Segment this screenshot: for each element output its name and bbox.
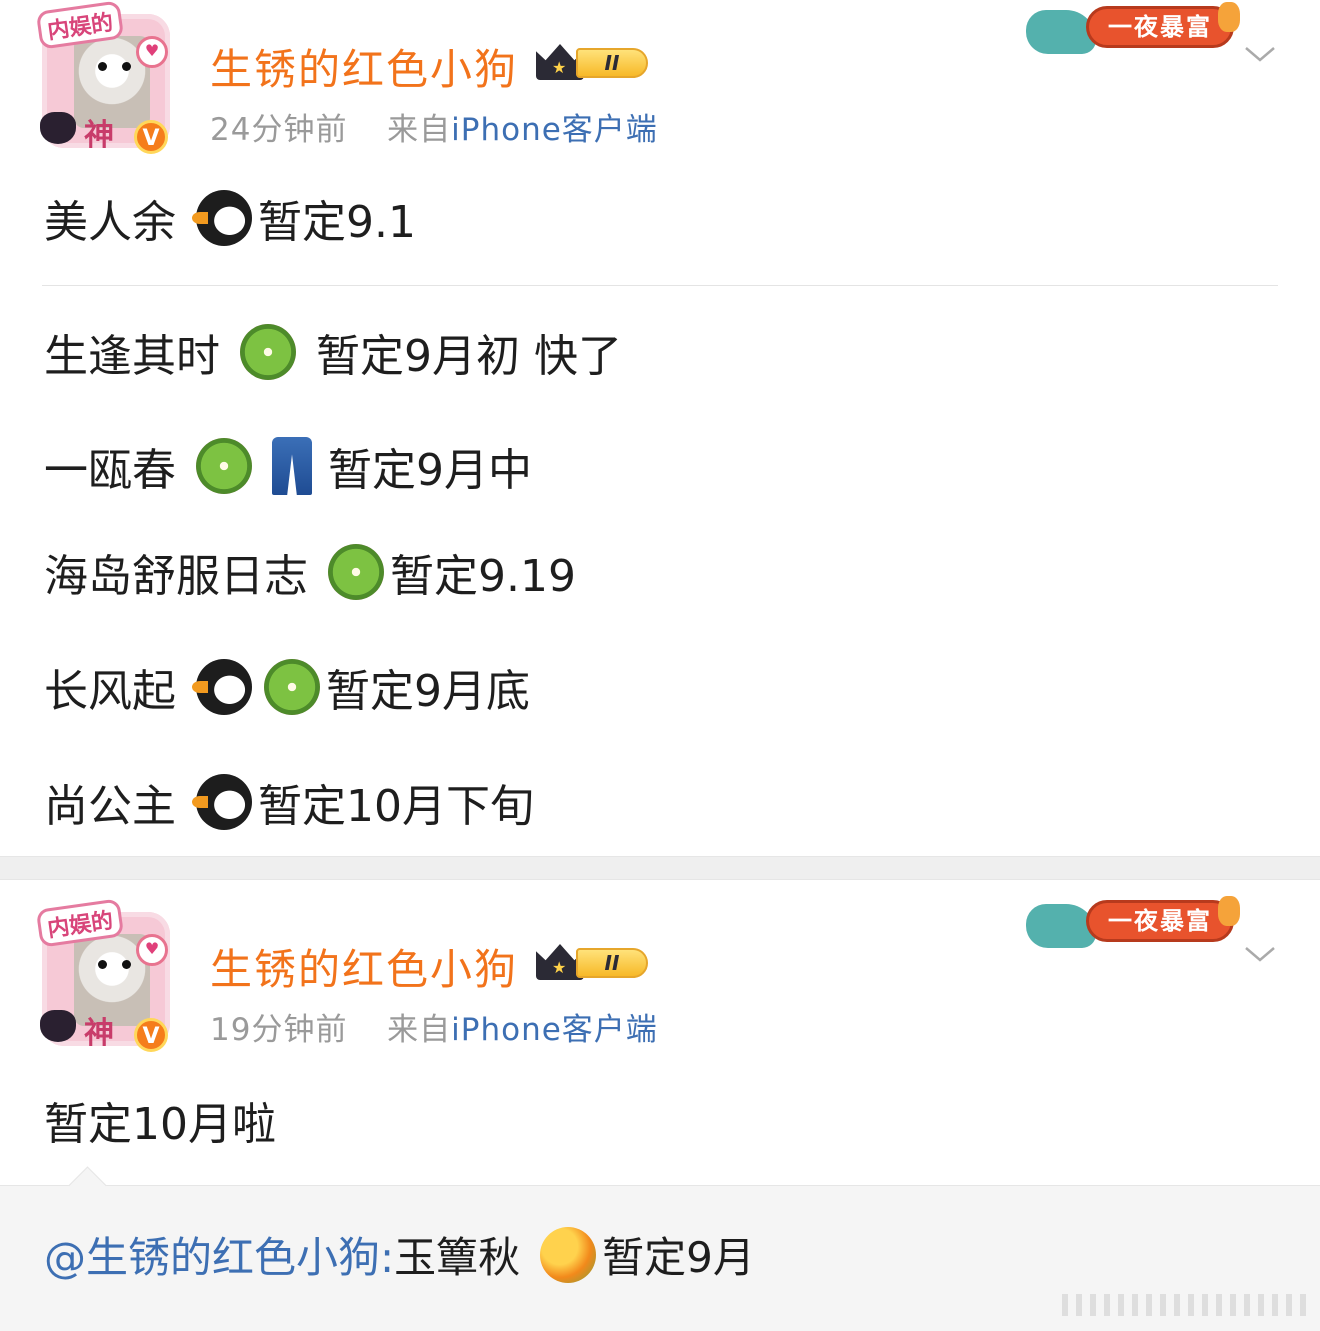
weibo-post-2: 内娱的 ♥ 神 V 生锈的红色小狗 ★ II 19分钟前 来自iPhone客户端… xyxy=(0,880,1320,1331)
decoration-banner: 一夜暴富 xyxy=(1086,6,1234,48)
member-crown-badge[interactable]: ★ II xyxy=(536,940,654,984)
cat-icon xyxy=(40,1010,76,1042)
user-avatar[interactable]: 内娱的 ♥ 神 V xyxy=(35,898,174,1052)
chevron-down-icon[interactable] xyxy=(1244,938,1276,970)
post-separator xyxy=(0,856,1320,880)
retweet-card[interactable]: @生锈的红色小狗: 玉簟秋 暂定9月 xyxy=(0,1166,1320,1331)
post-line-5: 长风起 暂定9月底 xyxy=(44,655,530,719)
drama-title: 长风起 xyxy=(44,666,176,717)
decoration-card[interactable]: 一夜暴富 xyxy=(1022,894,1242,960)
schedule-text: 暂定9月初 快了 xyxy=(316,331,622,382)
post-line-3: 一瓯春 暂定9月中 xyxy=(44,434,532,498)
cloud-icon xyxy=(1026,10,1096,54)
mango-icon xyxy=(540,1226,597,1283)
retweet-mention-link[interactable]: @生锈的红色小狗: xyxy=(44,1224,394,1285)
avatar-frame-text: 神 xyxy=(84,118,114,153)
watermark xyxy=(1062,1294,1312,1316)
post-line-1: 美人余 暂定9.1 xyxy=(44,186,416,250)
schedule-text: 暂定9月 xyxy=(602,1233,755,1282)
member-level: II xyxy=(576,948,648,978)
avatar-eye xyxy=(122,62,131,71)
retweet-text: @生锈的红色小狗: 玉簟秋 暂定9月 xyxy=(44,1224,755,1285)
drama-title: 尚公主 xyxy=(44,781,176,832)
drama-title: 玉簟秋 xyxy=(394,1233,521,1282)
member-crown-badge[interactable]: ★ II xyxy=(536,40,654,84)
lantern-icon xyxy=(1218,2,1240,32)
post-time: 19分钟前 xyxy=(210,1012,348,1048)
penguin-icon xyxy=(192,774,252,830)
schedule-text: 暂定9.1 xyxy=(258,197,416,248)
avatar-eye xyxy=(98,62,107,71)
user-avatar[interactable]: 内娱的 ♥ 神 V xyxy=(35,0,174,154)
post-line-2: 生逢其时 暂定9月初 快了 xyxy=(44,320,622,384)
chevron-down-icon[interactable] xyxy=(1244,38,1276,70)
verified-badge-icon: V xyxy=(134,1018,168,1052)
schedule-text: 暂定10月下旬 xyxy=(258,781,534,832)
decoration-card[interactable]: 一夜暴富 xyxy=(1022,0,1242,66)
penguin-icon xyxy=(192,659,252,715)
drama-title: 海岛舒服日志 xyxy=(44,551,308,602)
penguin-icon xyxy=(192,190,252,246)
post-line-6: 尚公主 暂定10月下旬 xyxy=(44,770,534,834)
username[interactable]: 生锈的红色小狗 xyxy=(210,936,518,997)
divider xyxy=(42,285,1278,286)
cat-icon xyxy=(40,112,76,144)
post-source-link[interactable]: iPhone客户端 xyxy=(451,1012,658,1048)
cloud-icon xyxy=(1026,904,1096,948)
kiwi-icon xyxy=(264,659,320,715)
post-source-link[interactable]: iPhone客户端 xyxy=(451,112,658,148)
heart-icon: ♥ xyxy=(136,36,168,68)
schedule-text: 暂定9月底 xyxy=(326,666,530,717)
drama-title: 美人余 xyxy=(44,197,176,248)
kiwi-icon xyxy=(328,544,384,600)
decoration-banner: 一夜暴富 xyxy=(1086,900,1234,942)
verified-badge-icon: V xyxy=(134,120,168,154)
drama-title: 一瓯春 xyxy=(44,445,176,496)
weibo-post-1: 内娱的 ♥ 神 V 生锈的红色小狗 ★ II 24分钟前 来自iPhone客户端… xyxy=(0,0,1320,856)
post-text: 暂定10月啦 xyxy=(44,1099,276,1150)
avatar-frame-text: 神 xyxy=(84,1016,114,1051)
lantern-icon xyxy=(1218,896,1240,926)
drama-title: 生逢其时 xyxy=(44,331,220,382)
jeans-icon xyxy=(272,437,312,495)
schedule-text: 暂定9.19 xyxy=(390,551,576,602)
avatar-eye xyxy=(122,960,131,969)
from-prefix: 来自 xyxy=(387,1012,452,1048)
post-meta: 19分钟前 来自iPhone客户端 xyxy=(210,1004,658,1049)
avatar-eye xyxy=(98,960,107,969)
post-line-4: 海岛舒服日志 暂定9.19 xyxy=(44,540,576,604)
heart-icon: ♥ xyxy=(136,934,168,966)
post-meta: 24分钟前 来自iPhone客户端 xyxy=(210,104,658,149)
username[interactable]: 生锈的红色小狗 xyxy=(210,36,518,97)
from-prefix: 来自 xyxy=(387,112,452,148)
schedule-text: 暂定9月中 xyxy=(328,445,532,496)
post-time: 24分钟前 xyxy=(210,112,348,148)
retweet-notch xyxy=(68,1166,107,1205)
kiwi-icon xyxy=(196,438,252,494)
kiwi-icon xyxy=(240,324,296,380)
member-level: II xyxy=(576,48,648,78)
